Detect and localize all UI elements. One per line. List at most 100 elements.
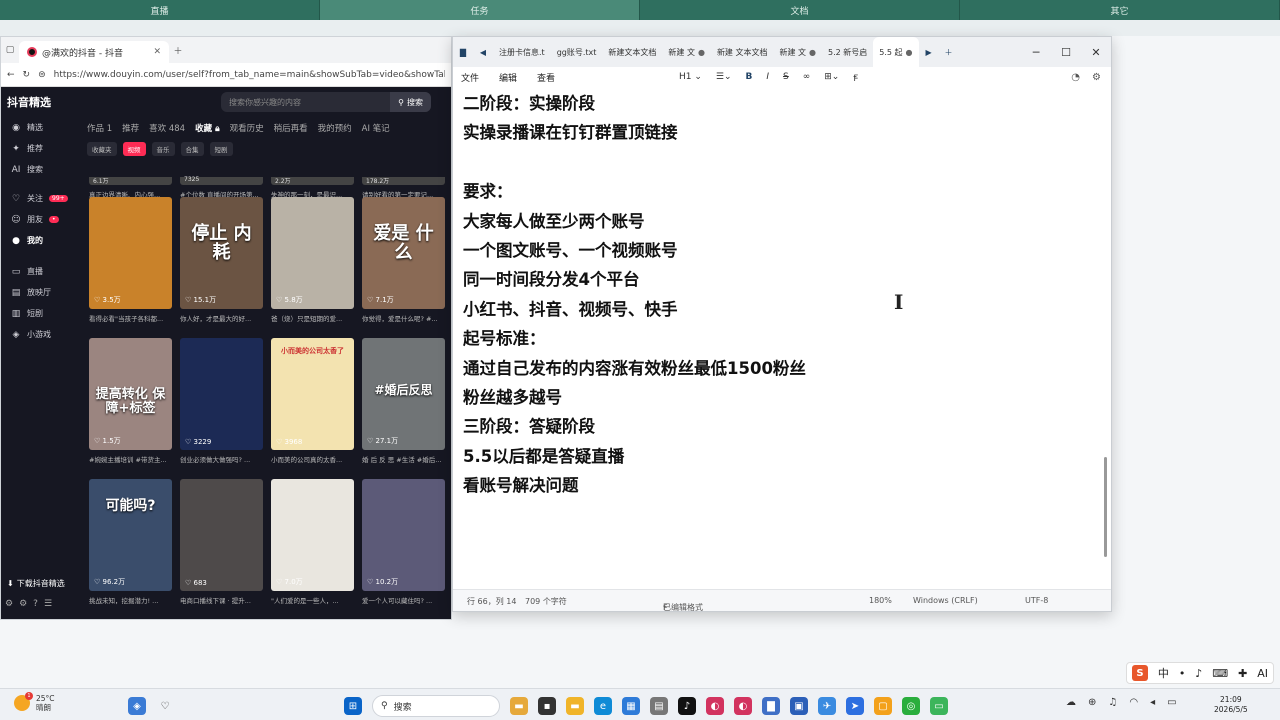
weather-widget[interactable]: 1 25°C 晴朗 [14,692,55,712]
close-icon[interactable]: ✕ [1081,46,1111,59]
ime-mode-chinese[interactable]: 中 [1158,665,1169,681]
sidebar-item-friends[interactable]: ☺ 朋友 • [1,209,81,230]
sidebar-item-short-drama[interactable]: ▥ 短剧 [1,303,81,324]
copilot-icon[interactable]: ◔ [1071,72,1080,83]
chat-app-icon[interactable]: ▭ [930,697,948,715]
table-icon[interactable]: ⊞⌄ [824,72,839,82]
app-icon[interactable]: ◈ [128,697,146,715]
chip-folders[interactable]: 收藏夹 [87,142,117,156]
video-card[interactable]: 爱是 什么 ♡ 7.1万 你觉得，爱是什么呢? #... [362,197,445,330]
top-tab-live[interactable]: 直播 [0,0,320,20]
video-card[interactable]: 2.2万 失神的那一刻，是最识... [271,177,354,199]
terminal-icon[interactable]: ▪ [538,697,556,715]
video-card[interactable]: 可能吗? ♡ 96.2万 挑战未知，挖掘潜力! ... [89,479,172,612]
tab-recommend[interactable]: 推荐 [122,122,139,134]
meeting-app-icon[interactable]: ▣ [790,697,808,715]
italic-icon[interactable]: I [766,72,769,82]
tab-scroll-right-icon[interactable]: ▶ [919,48,939,57]
ime-voice-icon[interactable]: ♪ [1195,667,1202,680]
video-card[interactable]: ♡ 5.8万 爸（烧）只是短期的爱... [271,197,354,330]
video-card[interactable]: 提高转化 保障+标签 ♡ 1.5万 #婉婉主播培训 #带货主... [89,338,172,471]
battery-icon[interactable]: ▭ [1167,697,1176,708]
menu-file[interactable]: 文件 [461,71,479,84]
douyin-app-icon[interactable]: ♪ [678,697,696,715]
edge-icon[interactable]: e [594,697,612,715]
new-tab-icon[interactable]: ＋ [169,44,187,57]
video-card[interactable]: 6.1万 真正边界清晰、内心强... [89,177,172,199]
video-card[interactable]: 178.2万 请别好看的第一定要记... [362,177,445,199]
tab-reservations[interactable]: 我的预约 [318,122,352,134]
search-button[interactable]: ⚲ 搜索 [390,92,431,112]
sidebar-item-featured[interactable]: ◉ 精选 [1,117,81,138]
ime-tools-icon[interactable]: ✚ [1238,667,1247,680]
calculator-icon[interactable]: ▤ [650,697,668,715]
taskbar-clock[interactable]: 21:09 2026/5/5 [1214,695,1248,715]
folder-icon[interactable]: ▬ [566,697,584,715]
chip-music[interactable]: 音乐 [151,142,175,156]
video-card[interactable]: 停止 内耗 ♡ 15.1万 你人好，才是最大的好... [180,197,263,330]
wifi-icon[interactable]: ◠ [1129,697,1138,708]
windows-start-icon[interactable]: ⊞ [344,697,362,715]
video-card[interactable]: 小而美的公司太香了 ♡ 3968 小而美的公司真的太香... [271,338,354,471]
tab-close-icon[interactable]: ✕ [153,47,161,57]
douyin-logo[interactable]: 抖音精选 [7,94,97,110]
video-app-icon[interactable]: ◐ [734,697,752,715]
bold-icon[interactable]: B [746,72,753,82]
store-icon[interactable]: ▦ [622,697,640,715]
tab-favorites[interactable]: 收藏 🔒︎ [195,122,220,134]
browser-tab-douyin[interactable]: @满欢的抖音 - 抖音 ✕ [19,41,169,63]
menu-edit[interactable]: 编辑 [499,71,517,84]
line-ending[interactable]: Windows (CRLF) [913,596,978,605]
video-card[interactable]: ♡ 10.2万 爱一个人可以藏住吗? ... [362,479,445,612]
gear-icon[interactable]: ⚙ [19,599,27,609]
site-info-icon[interactable]: ⊜ [38,70,46,80]
link-icon[interactable]: ∞ [803,72,811,82]
notepad-tab[interactable]: 新建 文本文档 [711,37,774,67]
wechat-icon[interactable]: ◎ [902,697,920,715]
chip-videos[interactable]: 视频 [122,142,146,156]
sidebar-item-mini-games[interactable]: ◈ 小游戏 [1,324,81,345]
dingtalk-icon[interactable]: ➤ [846,697,864,715]
ime-punct-icon[interactable]: • [1179,667,1186,680]
maximize-icon[interactable]: ☐ [1051,46,1081,59]
video-card[interactable]: ♡ 683 电商口播线下课 · 提升... [180,479,263,612]
settings-icon[interactable]: ⚙ [5,599,13,609]
tab-likes[interactable]: 喜欢 484 [149,122,185,134]
notepad-text-area[interactable]: 二阶段：实操阶段 实操录播课在钉钉群置顶链接 要求： 大家每人做至少两个账号 一… [463,89,1093,589]
notepad-app-icon[interactable]: ▇ [762,697,780,715]
sidebar-item-me[interactable]: ● 我的 [1,230,81,251]
clear-format-icon[interactable]: Ꞙ [853,71,858,84]
tab-history[interactable]: 观看历史 [230,122,264,134]
chip-collections[interactable]: 合集 [180,142,204,156]
ime-ai-icon[interactable]: AI [1257,667,1268,680]
volume-icon[interactable]: ◂ [1150,697,1155,708]
download-app-link[interactable]: ⬇ 下载抖音精选 [1,578,81,589]
top-tab-docs[interactable]: 文档 [640,0,960,20]
taskbar-search[interactable]: ⚲ 搜索 [372,695,500,717]
notepad-tab[interactable]: 新建 文 ● [662,37,711,67]
list-icon[interactable]: ☰ [44,599,52,609]
minimize-icon[interactable]: ─ [1021,46,1051,59]
microphone-icon[interactable]: ♫ [1108,697,1117,708]
video-card[interactable]: ♡ 3229 创业必须做大做强吗? ... [180,338,263,471]
tab-watch-later[interactable]: 稍后再看 [274,122,308,134]
feishu-icon[interactable]: ✈ [818,697,836,715]
url-field[interactable]: https://www.douyin.com/user/self?from_ta… [54,70,445,80]
sidebar-item-live[interactable]: ▭ 直播 [1,261,81,282]
back-icon[interactable]: ← [7,70,15,80]
file-explorer-icon[interactable]: ▬ [510,697,528,715]
top-tab-task[interactable]: 任务 [320,0,640,20]
tab-scroll-left-icon[interactable]: ◀ [473,48,493,57]
sidebar-item-recommend[interactable]: ✦ 推荐 [1,138,81,159]
ime-keyboard-icon[interactable]: ⌨ [1212,667,1228,680]
notepad-tab[interactable]: 注册卡信息.t [493,37,551,67]
douyin-search-input[interactable]: 搜索你感兴趣的内容 ⚲ 搜索 [221,92,431,112]
list-icon[interactable]: ☰⌄ [716,72,732,82]
tab-ai-notes[interactable]: AI 笔记 [362,122,390,134]
chip-short-drama[interactable]: 短剧 [209,142,233,156]
video-card[interactable]: #婚后反思 ♡ 27.1万婚 后 反 思 #生活 #婚后... [362,338,445,471]
sidebar-item-following[interactable]: ♡ 关注 99+ [1,188,81,209]
notepad-tab-active[interactable]: 5.5 起 ● [873,37,919,67]
help-icon[interactable]: ? [33,599,38,609]
strikethrough-icon[interactable]: S [783,72,789,82]
